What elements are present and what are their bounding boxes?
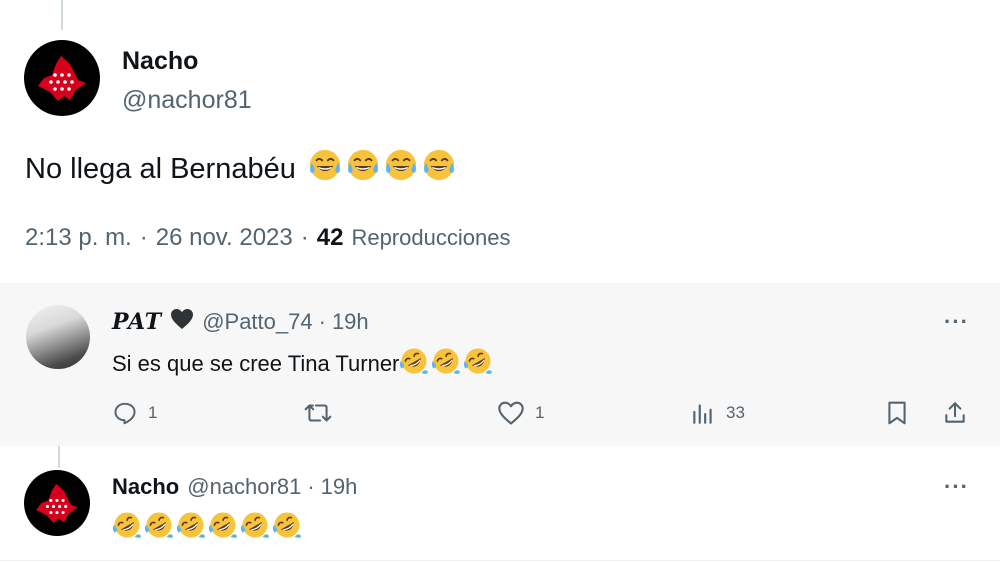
views-button[interactable]: 33 (690, 400, 745, 426)
avatar[interactable] (24, 470, 90, 536)
rolling-on-floor-laughing-icon (208, 510, 238, 546)
avatar[interactable] (26, 305, 90, 369)
avatar[interactable] (24, 40, 100, 116)
author-handle[interactable]: @nachor81 (122, 86, 252, 115)
reply-button[interactable]: 1 (112, 400, 157, 426)
author-name[interactable]: PAT (112, 309, 162, 335)
rolling-on-floor-laughing-icon (463, 346, 493, 382)
tweet-time[interactable]: 2:13 p. m. (25, 224, 132, 252)
rolling-on-floor-laughing-icon (240, 510, 270, 546)
author-name[interactable]: Nacho (112, 474, 179, 500)
reply-count: 1 (148, 403, 158, 422)
views-count: 33 (726, 403, 745, 422)
rolling-on-floor-laughing-icon (272, 510, 302, 546)
heart-icon (170, 308, 194, 336)
emoji-group (308, 148, 456, 190)
header-separator: · (307, 474, 315, 499)
emoji-group (112, 510, 302, 546)
header-separator: · (318, 309, 326, 334)
more-options-icon[interactable]: ··· (944, 474, 969, 500)
reply-text (112, 510, 302, 546)
views-count: 42 (316, 224, 344, 251)
reply-time[interactable]: 19h (332, 309, 369, 335)
rolling-on-floor-laughing-icon (144, 510, 174, 546)
madrid-flag-icon (38, 56, 86, 101)
share-icon (945, 402, 965, 423)
retweet-icon (304, 404, 332, 422)
reply-header: PAT @Patto_74 · 19h (112, 308, 369, 336)
face-with-tears-of-joy-icon (346, 148, 380, 190)
bookmark-icon (888, 401, 906, 425)
comment-icon (114, 402, 136, 425)
tweet-meta: 2:13 p. m. · 26 nov. 2023 · 42 Reproducc… (25, 224, 510, 252)
like-icon (498, 401, 524, 425)
emoji-group (399, 346, 493, 382)
reply-time[interactable]: 19h (321, 474, 358, 500)
divider (0, 560, 1000, 561)
reply-header: Nacho @nachor81 · 19h (112, 474, 357, 500)
analytics-icon (693, 404, 712, 424)
retweet-button[interactable] (303, 400, 343, 426)
more-options-icon[interactable]: ··· (944, 309, 969, 335)
views-label[interactable]: Reproducciones (351, 225, 510, 251)
face-with-tears-of-joy-icon (308, 148, 342, 190)
rolling-on-floor-laughing-icon (112, 510, 142, 546)
reply-text: Si es que se cree Tina Turner (112, 346, 493, 382)
face-with-tears-of-joy-icon (422, 148, 456, 190)
madrid-flag-icon (36, 483, 78, 523)
like-button[interactable]: 1 (497, 400, 544, 426)
tweet-date[interactable]: 26 nov. 2023 (156, 224, 293, 252)
reply-text-content: Si es que se cree Tina Turner (112, 351, 400, 376)
share-button[interactable] (942, 400, 968, 426)
rolling-on-floor-laughing-icon (431, 346, 461, 382)
author-handle[interactable]: @nachor81 (187, 474, 301, 500)
author-handle[interactable]: @Patto_74 (202, 309, 312, 335)
like-count: 1 (535, 403, 545, 422)
tweet-text-content: No llega al Bernabéu (25, 152, 296, 185)
author-name[interactable]: Nacho (122, 47, 198, 76)
tweet-text: No llega al Bernabéu (25, 148, 456, 190)
bookmark-button[interactable] (885, 400, 909, 426)
face-with-tears-of-joy-icon (384, 148, 418, 190)
meta-separator: · (300, 224, 309, 251)
thread-line-top (61, 0, 63, 30)
meta-separator: · (139, 224, 148, 251)
rolling-on-floor-laughing-icon (176, 510, 206, 546)
rolling-on-floor-laughing-icon (399, 346, 429, 382)
